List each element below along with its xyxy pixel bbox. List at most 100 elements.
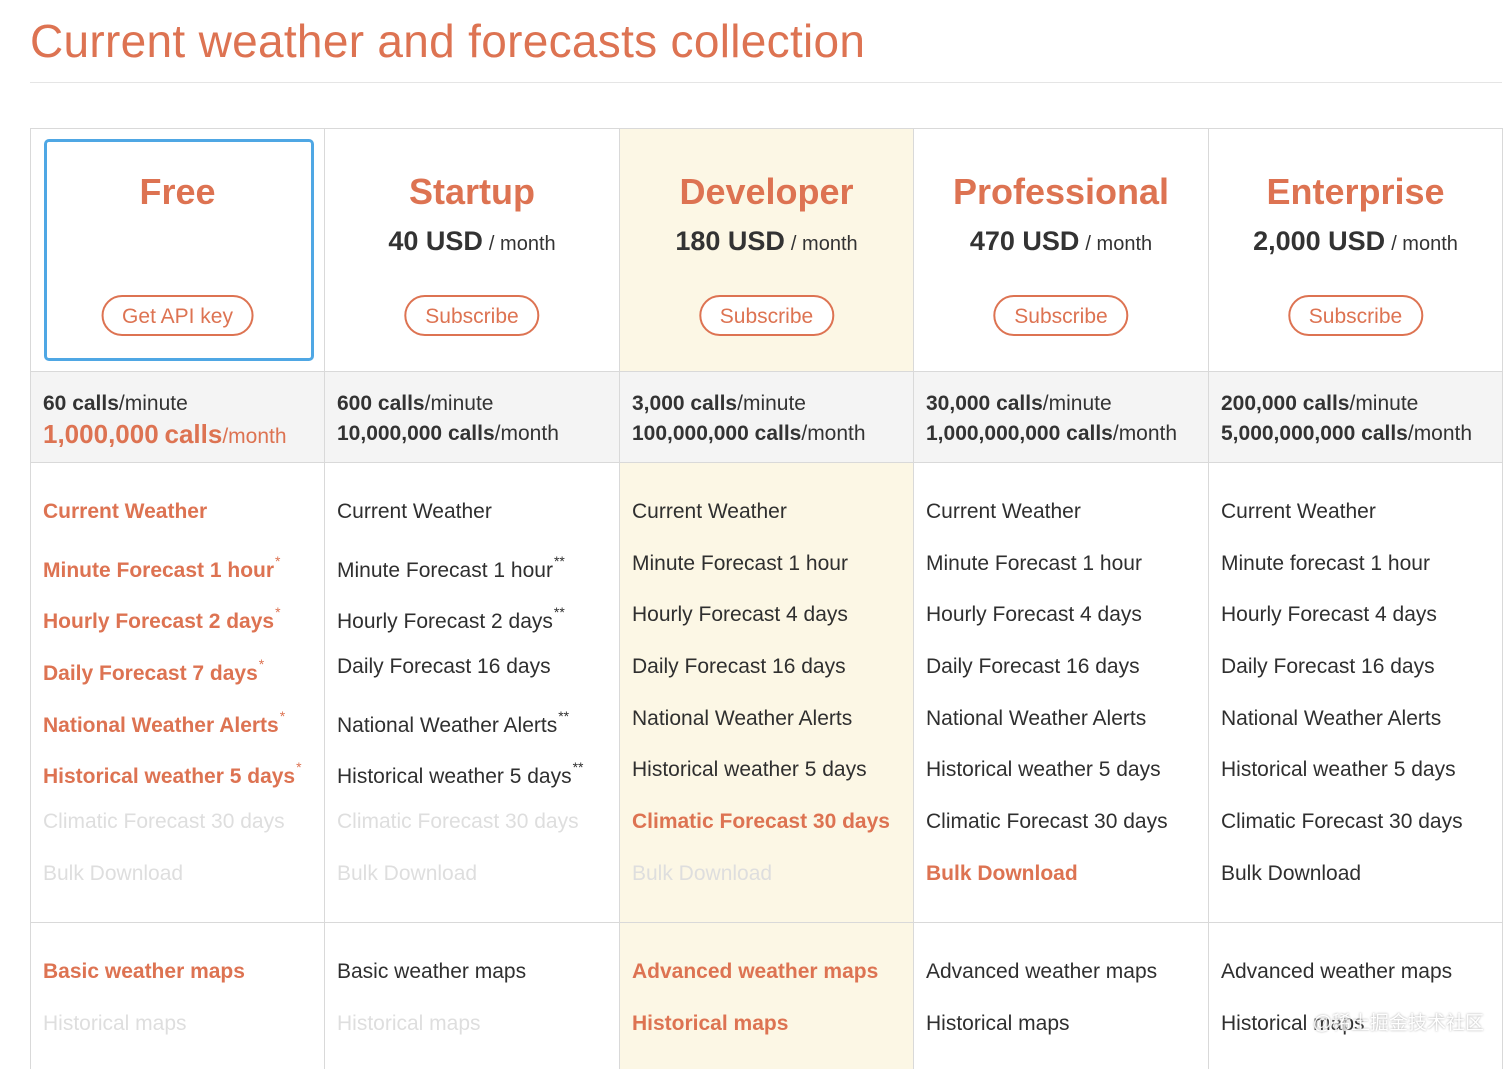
calls-word: calls: [72, 392, 119, 415]
subscribe-button[interactable]: Subscribe: [1287, 295, 1424, 336]
feature-list: Current Weather Minute Forecast 1 hour Hou…: [914, 463, 1208, 923]
calls-per-month: 100,000,000 calls/month: [632, 419, 913, 449]
feature-label: National Weather Alerts: [43, 713, 279, 737]
call-limits: 200,000 calls/minute 5,000,000,000 calls/…: [1209, 371, 1502, 463]
feature-item: Climatic Forecast 30 days: [632, 810, 913, 862]
calls-per-minute: 200,000 calls/minute: [1221, 389, 1502, 419]
feature-item: Current Weather: [632, 500, 913, 552]
feature-item: Bulk Download: [926, 862, 1208, 914]
price-amount: 2,000 USD: [1253, 226, 1386, 256]
feature-item: Current Weather: [926, 500, 1208, 552]
get-api-key-button[interactable]: Get API key: [101, 295, 254, 336]
title-divider: [30, 82, 1502, 83]
feature-label: Climatic Forecast 30 days: [1221, 810, 1463, 834]
feature-label: Current Weather: [337, 500, 492, 523]
plan-price: 40 USD / month: [325, 226, 619, 257]
map-item: Basic weather maps: [337, 960, 619, 1012]
maps-list: Advanced weather maps Historical maps: [1209, 923, 1502, 1063]
calls-month-number: 1,000,000,000: [926, 422, 1061, 445]
feature-label: National Weather Alerts: [926, 706, 1147, 730]
feature-label: Minute Forecast 1 hour: [632, 551, 848, 575]
plan-name: Free: [139, 171, 216, 212]
feature-item: National Weather Alerts: [1221, 707, 1502, 759]
feature-label: Minute Forecast 1 hour: [926, 551, 1142, 575]
feature-item: Historical weather 5 days: [1221, 758, 1502, 810]
calls-word: calls: [1361, 422, 1408, 445]
watermark: @稀土掘金技术社区: [1312, 1013, 1484, 1034]
calls-minute-number: 200,000: [1221, 392, 1297, 415]
feature-label: Current Weather: [43, 500, 208, 523]
calls-minute-unit: /minute: [424, 392, 494, 415]
feature-label: National Weather Alerts: [1221, 706, 1442, 730]
calls-per-minute: 30,000 calls/minute: [926, 389, 1208, 419]
subscribe-button[interactable]: Subscribe: [698, 295, 835, 336]
feature-item: National Weather Alerts: [632, 707, 913, 759]
feature-item: Daily Forecast 16 days: [337, 655, 619, 707]
calls-per-minute: 600 calls/minute: [337, 389, 619, 419]
feature-label: Current Weather: [632, 500, 787, 523]
feature-item: Daily Forecast 16 days: [1221, 655, 1502, 707]
footnote-mark: **: [553, 604, 565, 621]
maps-list: Advanced weather maps Historical maps: [620, 923, 913, 1063]
feature-item: Bulk Download: [1221, 862, 1502, 914]
calls-month-number: 5,000,000,000: [1221, 422, 1356, 445]
plan-price: 180 USD / month: [620, 226, 913, 257]
feature-item: Current Weather: [43, 500, 324, 552]
price-unit: / month: [488, 233, 556, 255]
price-unit: / month: [1391, 233, 1458, 255]
feature-item: Hourly Forecast 4 days: [1221, 603, 1502, 655]
price-unit: / month: [1085, 233, 1153, 255]
calls-per-minute: 60 calls/minute: [43, 389, 324, 419]
feature-item: Historical weather 5 days: [632, 758, 913, 810]
plan-name: Enterprise: [1266, 171, 1445, 212]
plan-price: 2,000 USD / month: [1209, 226, 1502, 257]
plan-header[interactable]: Free Get API key: [31, 129, 324, 371]
page-title: Current weather and forecasts collection: [30, 15, 866, 67]
calls-month-number: 100,000,000: [632, 422, 749, 445]
calls-per-month: 5,000,000,000 calls/month: [1221, 419, 1502, 449]
feature-label: Bulk Download: [926, 861, 1078, 885]
feature-list: Current Weather Minute forecast 1 hour Hou…: [1209, 463, 1502, 923]
feature-item: Daily Forecast 16 days: [926, 655, 1208, 707]
footnote-mark: *: [279, 707, 286, 724]
price-unit: / month: [790, 233, 858, 255]
subscribe-button[interactable]: Subscribe: [404, 295, 540, 336]
feature-item: Daily Forecast 7 days*: [43, 655, 324, 707]
feature-item: Hourly Forecast 2 days*: [43, 603, 324, 655]
call-limits: 600 calls/minute 10,000,000 calls/month: [325, 371, 619, 463]
feature-label: Historical weather 5 days: [926, 758, 1161, 782]
feature-label: Bulk Download: [337, 861, 478, 885]
feature-label: Climatic Forecast 30 days: [43, 810, 285, 834]
calls-per-minute: 3,000 calls/minute: [632, 389, 913, 419]
maps-list: Basic weather maps Historical maps: [325, 923, 619, 1063]
calls-minute-number: 600: [337, 392, 373, 415]
calls-word: calls: [1066, 422, 1113, 445]
calls-per-month: 10,000,000 calls/month: [337, 419, 619, 449]
maps-list: Basic weather maps Historical maps: [31, 923, 324, 1063]
plan-header: Enterprise 2,000 USD / month Subscribe: [1209, 129, 1502, 371]
feature-item: Hourly Forecast 4 days: [926, 603, 1208, 655]
footnote-mark: *: [258, 656, 265, 673]
map-item: Historical maps: [43, 1012, 324, 1064]
feature-label: Hourly Forecast 2 days: [43, 610, 275, 634]
calls-minute-number: 30,000: [926, 392, 991, 415]
map-label: Historical maps: [632, 1011, 789, 1035]
feature-label: Hourly Forecast 2 days: [337, 610, 553, 634]
feature-item: Climatic Forecast 30 days: [926, 810, 1208, 862]
calls-per-month: 1,000,000 calls/month: [43, 419, 324, 452]
feature-label: Historical weather 5 days: [43, 765, 296, 789]
footnote-mark: *: [296, 759, 302, 776]
map-item: Advanced weather maps: [1221, 960, 1502, 1012]
subscribe-button[interactable]: Subscribe: [993, 295, 1129, 336]
calls-word: calls: [1302, 392, 1350, 415]
call-limits: 60 calls/minute 1,000,000 calls/month: [31, 371, 324, 463]
map-item: Historical maps: [337, 1012, 619, 1064]
footnote-mark: **: [558, 707, 570, 724]
feature-item: Bulk Download: [337, 862, 619, 914]
calls-word: calls: [447, 422, 495, 445]
price-amount: 40 USD: [388, 226, 483, 256]
feature-item: Bulk Download: [632, 862, 913, 914]
call-limits: 30,000 calls/minute 1,000,000,000 calls/m…: [914, 371, 1208, 463]
calls-minute-number: 3,000: [632, 392, 685, 415]
calls-month-number: 1,000,000: [43, 419, 159, 449]
